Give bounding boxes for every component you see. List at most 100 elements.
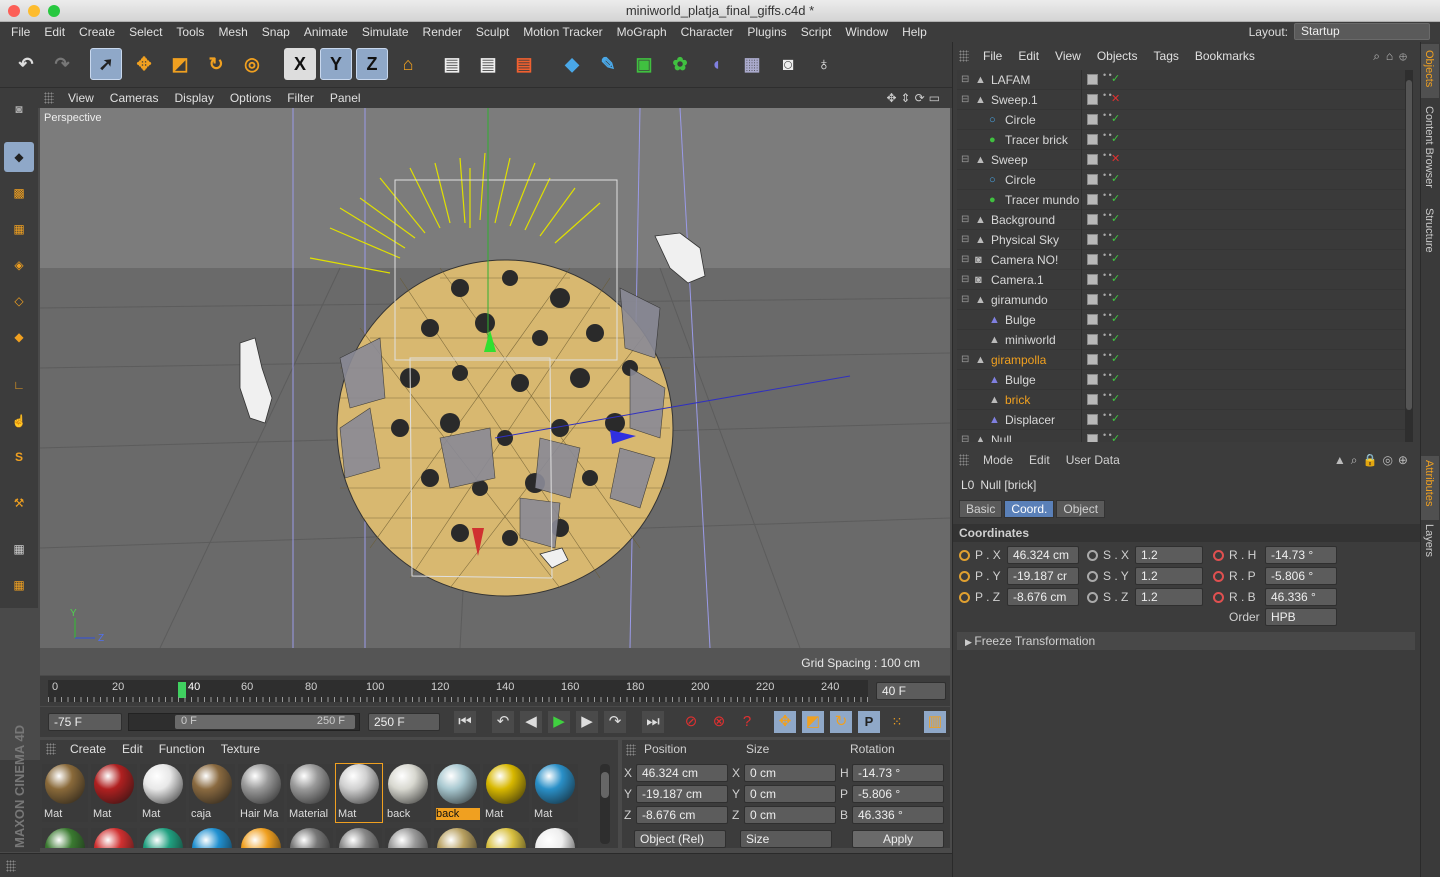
object-list-item[interactable]: ▲ Bulge • • ✓ bbox=[957, 310, 1405, 330]
layer-color-swatch[interactable] bbox=[1087, 214, 1098, 225]
next-key-icon[interactable]: ↷ bbox=[604, 711, 626, 733]
rotation-field[interactable]: -5.806 ° bbox=[852, 785, 944, 803]
make-editable-icon[interactable]: ◙ bbox=[4, 94, 34, 124]
timeline[interactable]: 0 20 60 80 100 120 140 160 180 200 220 2… bbox=[40, 676, 950, 706]
material-swatch[interactable] bbox=[238, 828, 284, 848]
timeline-ruler[interactable]: 0 20 60 80 100 120 140 160 180 200 220 2… bbox=[48, 680, 868, 702]
material-swatch[interactable] bbox=[287, 828, 333, 848]
rotation-value-field[interactable]: -5.806 ° bbox=[1265, 567, 1337, 585]
rotation-keyframe-icon[interactable] bbox=[1213, 592, 1224, 603]
menu-plugins[interactable]: Plugins bbox=[740, 25, 793, 39]
size-mode-dropdown[interactable]: Size bbox=[740, 830, 832, 848]
material-swatch[interactable] bbox=[140, 828, 186, 848]
layer-color-swatch[interactable] bbox=[1087, 254, 1098, 265]
material-swatch[interactable]: Hair Ma bbox=[238, 764, 284, 822]
object-list-item[interactable]: ⊟ ▲ Sweep.1 • • ✕ bbox=[957, 90, 1405, 110]
material-swatch[interactable]: back bbox=[385, 764, 431, 822]
material-swatch[interactable]: Material bbox=[287, 764, 333, 822]
scale-keyframe-icon[interactable] bbox=[1087, 571, 1098, 582]
size-field[interactable]: 0 cm bbox=[744, 785, 836, 803]
close-window-button[interactable] bbox=[8, 5, 20, 17]
menu-motion-tracker[interactable]: Motion Tracker bbox=[516, 25, 609, 39]
scale-keyframe-icon[interactable] bbox=[1087, 592, 1098, 603]
position-value-field[interactable]: -19.187 cr bbox=[1007, 567, 1079, 585]
timeline-window-icon[interactable]: ▥ bbox=[924, 711, 946, 733]
layout-dropdown[interactable]: Startup bbox=[1294, 23, 1430, 40]
layer-color-swatch[interactable] bbox=[1087, 374, 1098, 385]
tree-expand-icon[interactable]: ⊟ bbox=[961, 234, 973, 246]
material-swatch[interactable] bbox=[483, 828, 529, 848]
tab-basic[interactable]: Basic bbox=[959, 500, 1003, 518]
z-axis-lock-button[interactable]: Z bbox=[356, 48, 388, 80]
play-icon[interactable]: ▶ bbox=[548, 711, 570, 733]
objects-menu-bookmarks[interactable]: Bookmarks bbox=[1187, 49, 1263, 63]
scale-keyframe-icon[interactable] bbox=[1087, 550, 1098, 561]
object-list-item[interactable]: ⊟ ▲ Null • • ✓ bbox=[957, 430, 1405, 442]
tree-expand-icon[interactable]: ⊟ bbox=[961, 94, 973, 106]
menu-window[interactable]: Window bbox=[838, 25, 895, 39]
object-list-item[interactable]: ⊟ ▲ Physical Sky • • ✓ bbox=[957, 230, 1405, 250]
enabled-check-icon[interactable]: ✓ bbox=[1111, 312, 1120, 325]
enabled-check-icon[interactable]: ✓ bbox=[1111, 412, 1120, 425]
viewport-menu-filter[interactable]: Filter bbox=[279, 91, 322, 105]
layer-color-swatch[interactable] bbox=[1087, 394, 1098, 405]
position-keyframe-icon[interactable] bbox=[959, 550, 970, 561]
material-swatch[interactable] bbox=[91, 828, 137, 848]
enabled-check-icon[interactable]: ✓ bbox=[1111, 392, 1120, 405]
menu-select[interactable]: Select bbox=[122, 25, 169, 39]
object-list-item[interactable]: ⊟ ▲ LAFAM • • ✓ bbox=[957, 70, 1405, 90]
rotation-value-field[interactable]: 46.336 ° bbox=[1265, 588, 1337, 606]
viewport-menu-display[interactable]: Display bbox=[166, 91, 221, 105]
objects-menu-tags[interactable]: Tags bbox=[1146, 49, 1187, 63]
undo-icon[interactable]: ↶ bbox=[10, 48, 42, 80]
object-list-item[interactable]: ⊟ ◙ Camera.1 • • ✓ bbox=[957, 270, 1405, 290]
cube-primitive-icon[interactable]: ◆ bbox=[556, 48, 588, 80]
attributes-menu-mode[interactable]: Mode bbox=[975, 453, 1021, 467]
tree-expand-icon[interactable]: ⊟ bbox=[961, 294, 973, 306]
objects-menu-file[interactable]: File bbox=[975, 49, 1010, 63]
locked-workplane-icon[interactable]: ▦ bbox=[4, 534, 34, 564]
model-mode-icon[interactable]: ◆ bbox=[4, 142, 34, 172]
go-to-start-icon[interactable]: ⏮ bbox=[454, 711, 476, 733]
panel-grip-icon[interactable] bbox=[959, 50, 969, 62]
points-mode-icon[interactable]: ◈ bbox=[4, 250, 34, 280]
objects-menu-objects[interactable]: Objects bbox=[1089, 49, 1146, 63]
layer-color-swatch[interactable] bbox=[1087, 234, 1098, 245]
rotation-keyframe-icon[interactable] bbox=[1213, 550, 1224, 561]
object-list-item[interactable]: ▲ Displacer • • ✓ bbox=[957, 410, 1405, 430]
tree-expand-icon[interactable]: ⊟ bbox=[961, 254, 973, 266]
viewport-menu-options[interactable]: Options bbox=[222, 91, 279, 105]
keyframe-selection-icon[interactable]: ? bbox=[736, 711, 758, 733]
next-frame-icon[interactable]: ▶ bbox=[576, 711, 598, 733]
disabled-icon[interactable]: ✕ bbox=[1111, 92, 1120, 105]
material-swatch[interactable]: Mat bbox=[532, 764, 578, 822]
enabled-check-icon[interactable]: ✓ bbox=[1111, 192, 1120, 205]
move-tool-icon[interactable]: ✥ bbox=[128, 48, 160, 80]
side-tab-content-browser[interactable]: Content Browser bbox=[1423, 106, 1435, 188]
enabled-check-icon[interactable]: ✓ bbox=[1111, 232, 1120, 245]
object-list-item[interactable]: ⊟ ▲ giramundo • • ✓ bbox=[957, 290, 1405, 310]
record-point-level-icon[interactable]: ⁙ bbox=[886, 711, 908, 733]
menu-simulate[interactable]: Simulate bbox=[355, 25, 416, 39]
enabled-check-icon[interactable]: ✓ bbox=[1111, 172, 1120, 185]
workplane-lock-icon[interactable]: ⚒ bbox=[4, 488, 34, 518]
tree-expand-icon[interactable]: ⊟ bbox=[961, 154, 973, 166]
rotation-field[interactable]: -14.73 ° bbox=[852, 764, 944, 782]
tree-expand-icon[interactable]: ⊟ bbox=[961, 354, 973, 366]
scale-value-field[interactable]: 1.2 bbox=[1135, 588, 1203, 606]
enabled-check-icon[interactable]: ✓ bbox=[1111, 292, 1120, 305]
menu-render[interactable]: Render bbox=[416, 25, 469, 39]
edges-mode-icon[interactable]: ◇ bbox=[4, 286, 34, 316]
viewport-menu-view[interactable]: View bbox=[60, 91, 102, 105]
position-value-field[interactable]: -8.676 cm bbox=[1007, 588, 1079, 606]
record-parameter-icon[interactable]: P bbox=[858, 711, 880, 733]
tree-expand-icon[interactable]: ⊟ bbox=[961, 214, 973, 226]
render-settings-icon[interactable]: ▤ bbox=[508, 48, 540, 80]
menu-sculpt[interactable]: Sculpt bbox=[469, 25, 516, 39]
material-swatch[interactable]: Mat bbox=[42, 764, 88, 822]
scale-tool-icon[interactable]: ◩ bbox=[164, 48, 196, 80]
record-rotation-icon[interactable]: ↻ bbox=[830, 711, 852, 733]
material-scrollbar[interactable] bbox=[600, 764, 610, 844]
floor-icon[interactable]: ▦ bbox=[736, 48, 768, 80]
panel-grip-icon[interactable] bbox=[6, 860, 16, 872]
